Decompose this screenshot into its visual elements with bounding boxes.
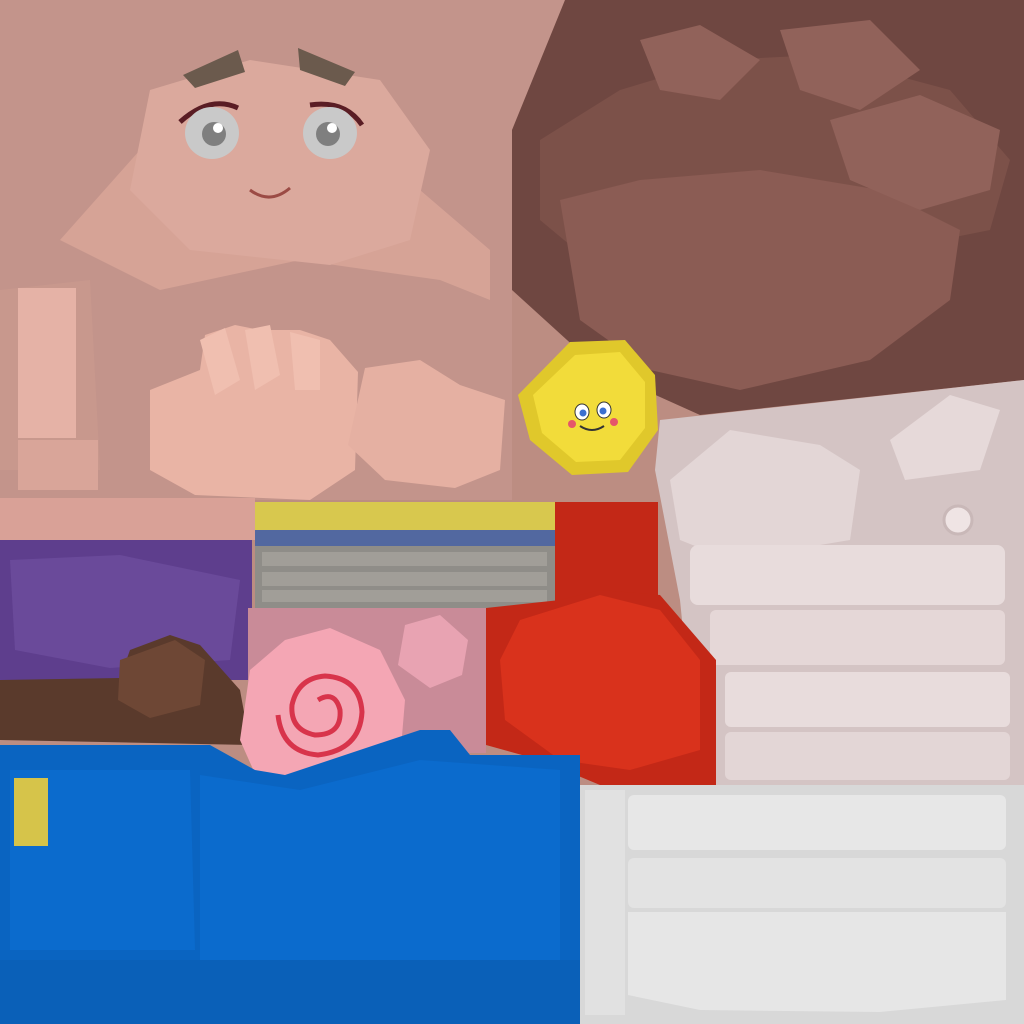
striped-band-island bbox=[255, 502, 555, 608]
face-skin-island bbox=[0, 0, 565, 540]
blue-shirt-island bbox=[0, 730, 580, 1024]
texture-atlas bbox=[0, 0, 1024, 1024]
button-icon bbox=[942, 504, 974, 536]
white-pants-island bbox=[580, 785, 1024, 1024]
